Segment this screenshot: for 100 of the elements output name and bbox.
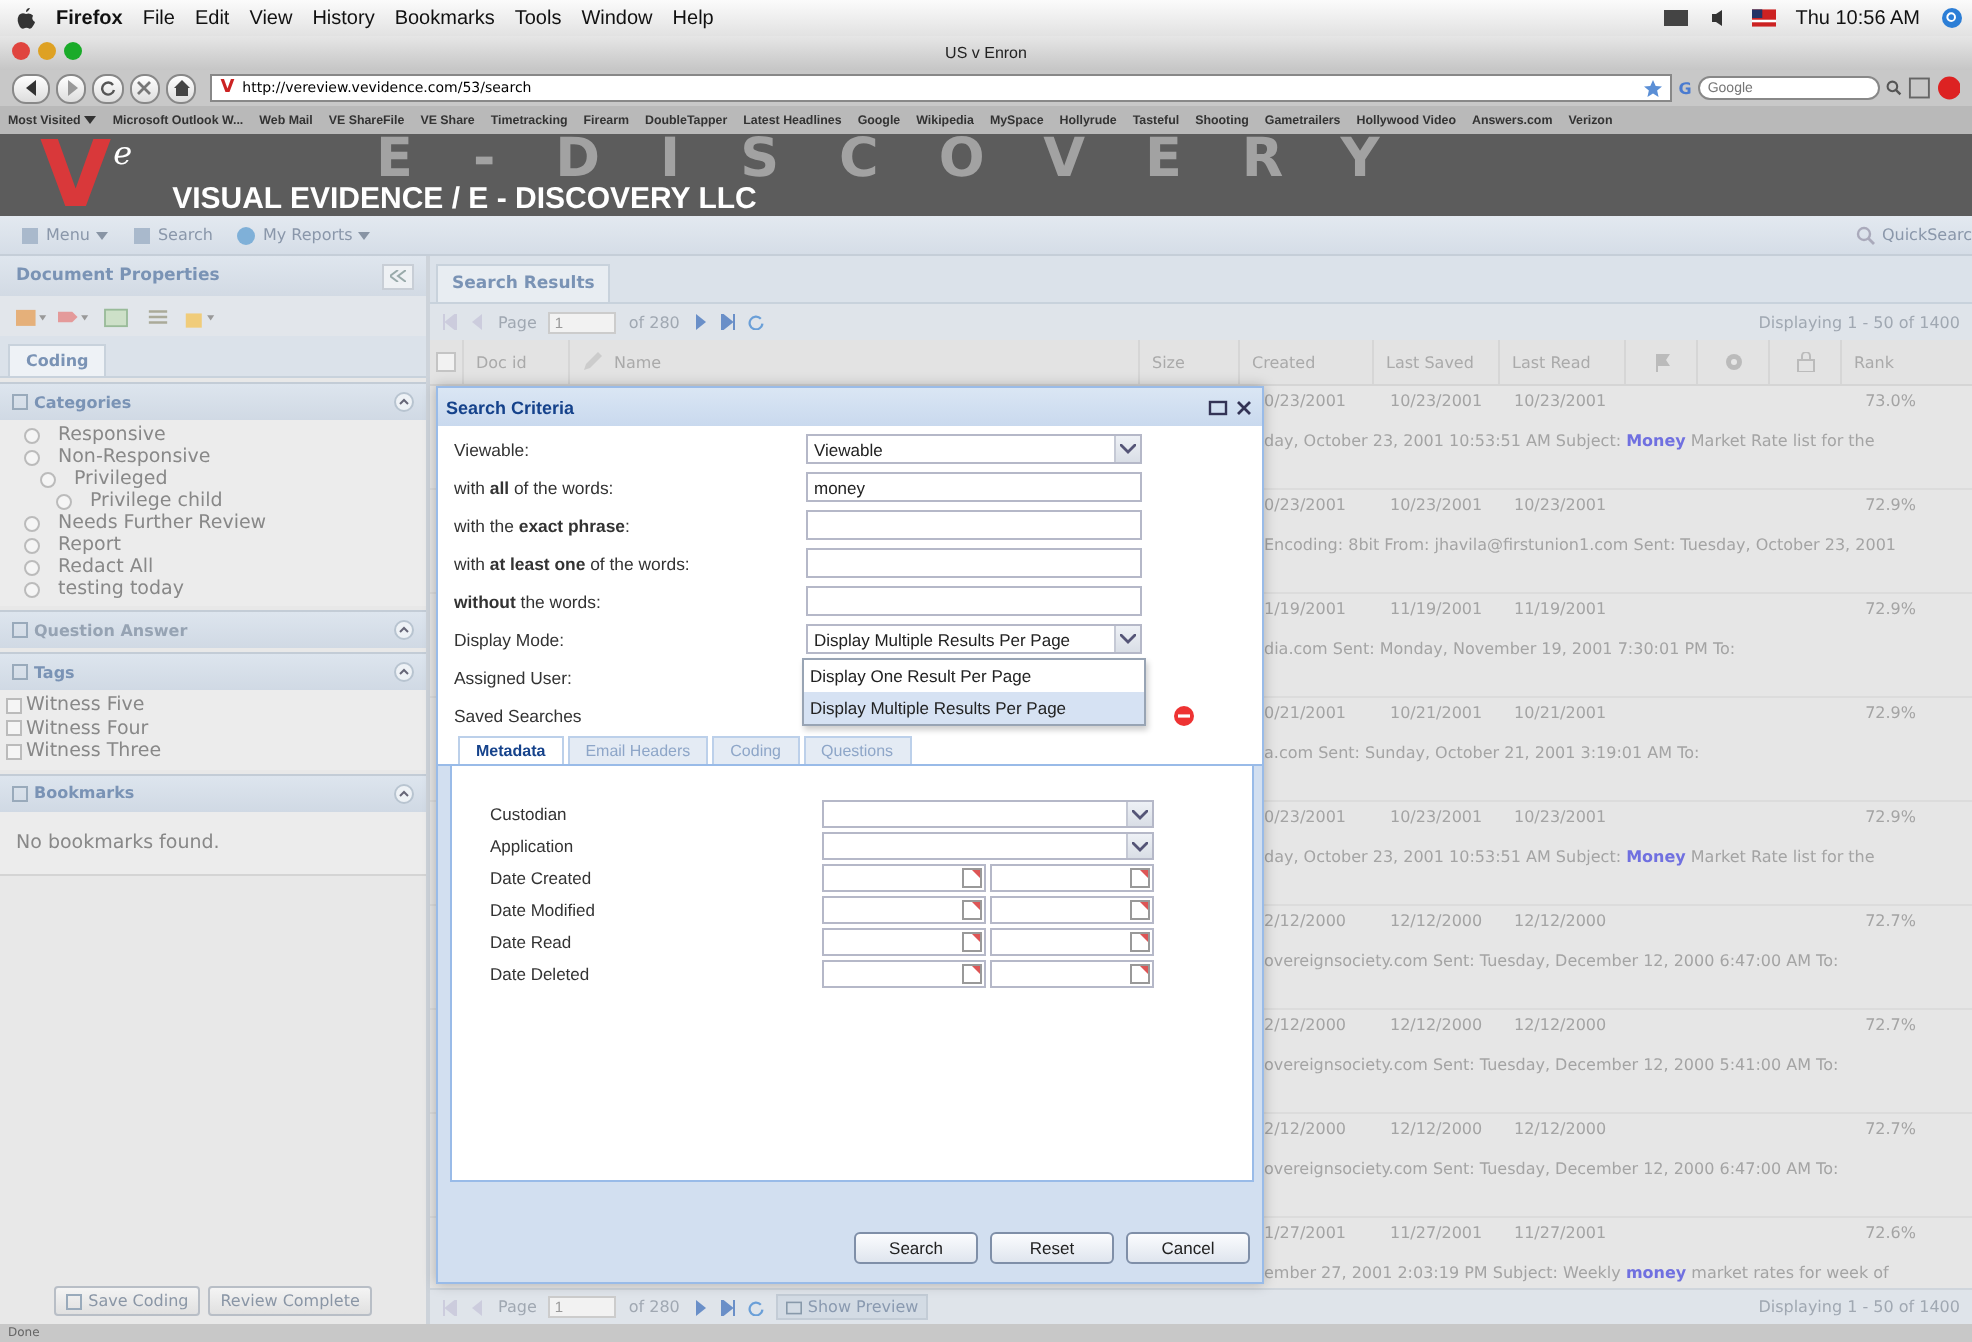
dialog-button[interactable]: Cancel bbox=[1126, 1232, 1250, 1264]
back-button[interactable] bbox=[12, 73, 51, 103]
date-field[interactable] bbox=[990, 864, 1154, 892]
text-field[interactable]: money bbox=[806, 472, 1142, 502]
window-minimize-button[interactable] bbox=[38, 42, 56, 60]
field-label: Date Created bbox=[488, 868, 594, 888]
folder-icon[interactable] bbox=[16, 305, 48, 327]
menu-item[interactable]: Edit bbox=[194, 7, 230, 29]
menu-item[interactable]: File bbox=[142, 7, 175, 29]
apple-logo-icon[interactable] bbox=[16, 6, 36, 30]
select-all-checkbox[interactable] bbox=[436, 352, 456, 372]
date-field[interactable] bbox=[822, 864, 986, 892]
dropdown-option[interactable]: Display Multiple Results Per Page bbox=[804, 692, 1144, 724]
radio-button[interactable] bbox=[24, 537, 40, 553]
field-label: Saved Searches bbox=[454, 705, 584, 725]
home-icon bbox=[173, 80, 190, 96]
radio-button[interactable] bbox=[24, 427, 40, 443]
radio-button[interactable] bbox=[40, 471, 56, 487]
menu-item[interactable]: History bbox=[312, 7, 375, 29]
panel-title: Document Properties bbox=[16, 266, 222, 286]
select-field[interactable] bbox=[822, 800, 1154, 828]
calendar-icon[interactable] bbox=[962, 900, 982, 920]
calendar-icon[interactable] bbox=[1130, 900, 1150, 920]
radio-button[interactable] bbox=[24, 449, 40, 465]
next-page-icon[interactable] bbox=[691, 1299, 708, 1315]
refresh-icon[interactable] bbox=[747, 314, 764, 330]
envelope-icon[interactable] bbox=[100, 305, 132, 327]
calendar-icon[interactable] bbox=[1130, 932, 1150, 952]
reload-button[interactable] bbox=[92, 73, 124, 103]
dialog-button[interactable]: Reset bbox=[990, 1232, 1114, 1264]
last-page-icon[interactable] bbox=[719, 1299, 736, 1315]
monitor-icon[interactable] bbox=[1663, 8, 1688, 28]
clock-text[interactable]: Thu 10:56 AM bbox=[1795, 7, 1920, 29]
home-button[interactable] bbox=[165, 73, 197, 103]
result-snippet: day, October 23, 2001 10:53:51 AM Subject: Money Market Rate list for the bbox=[1264, 848, 1875, 866]
menu-item[interactable]: View bbox=[249, 7, 293, 29]
text-field[interactable] bbox=[806, 548, 1142, 578]
remove-icon[interactable] bbox=[1174, 705, 1194, 725]
field-label: with all of the words: bbox=[454, 477, 616, 497]
window-close-button[interactable] bbox=[12, 42, 30, 60]
calendar-icon[interactable] bbox=[1130, 964, 1150, 984]
radio-button[interactable] bbox=[56, 493, 72, 509]
dialog-title-bar[interactable]: Search Criteria bbox=[438, 388, 1262, 426]
toggle-icon[interactable] bbox=[394, 662, 414, 682]
radio-button[interactable] bbox=[24, 559, 40, 575]
app-menu[interactable]: Firefox bbox=[56, 7, 123, 29]
page-label: Page bbox=[498, 1298, 537, 1316]
toggle-icon[interactable] bbox=[394, 783, 414, 803]
dropdown-option[interactable]: Display One Result Per Page bbox=[804, 660, 1144, 692]
text-field[interactable] bbox=[806, 510, 1142, 540]
table-cell-text: 1/27/2001 bbox=[1264, 1222, 1349, 1246]
forward-button[interactable] bbox=[56, 73, 87, 103]
calendar-icon[interactable] bbox=[962, 964, 982, 984]
date-field[interactable] bbox=[822, 960, 986, 988]
toggle-icon[interactable] bbox=[394, 392, 414, 412]
result-snippet: overeignsociety.com Sent: Tuesday, December 12, 2000 5:41:00 AM To: bbox=[1264, 1056, 1839, 1074]
bookmark-star-icon[interactable] bbox=[1644, 79, 1663, 97]
calendar-icon[interactable] bbox=[962, 868, 982, 888]
window-zoom-button[interactable] bbox=[64, 42, 82, 60]
menu-item[interactable]: Bookmarks bbox=[394, 7, 495, 29]
select-field[interactable] bbox=[822, 832, 1154, 860]
collapse-button[interactable] bbox=[382, 263, 414, 289]
next-page-icon[interactable] bbox=[691, 314, 708, 330]
forward-arrow-icon bbox=[63, 80, 80, 96]
field-label: Assigned User: bbox=[454, 667, 574, 687]
page-icon[interactable] bbox=[1908, 76, 1932, 100]
text-field[interactable] bbox=[806, 586, 1142, 616]
maximize-icon[interactable] bbox=[1208, 397, 1228, 417]
calendar-icon[interactable] bbox=[962, 932, 982, 952]
radio-button[interactable] bbox=[24, 581, 40, 597]
stop-button[interactable] bbox=[129, 73, 160, 103]
flag-icon[interactable] bbox=[1751, 8, 1776, 28]
refresh-icon[interactable] bbox=[747, 1299, 764, 1315]
select-field[interactable]: Display Multiple Results Per Page bbox=[806, 624, 1142, 654]
last-page-icon[interactable] bbox=[719, 314, 736, 330]
dialog-tab[interactable]: Metadata bbox=[458, 736, 564, 764]
select-field[interactable]: Viewable bbox=[806, 434, 1142, 464]
date-field[interactable] bbox=[822, 928, 986, 956]
radio-button[interactable] bbox=[24, 515, 40, 531]
field-label: Application bbox=[488, 836, 576, 856]
menu-item[interactable]: Help bbox=[672, 7, 714, 29]
checkbox[interactable] bbox=[6, 697, 22, 714]
field-label: Date Deleted bbox=[488, 964, 592, 984]
table-cell-text: 12/12/2000 bbox=[1390, 1118, 1485, 1142]
menu-item[interactable]: Tools bbox=[514, 7, 562, 29]
search-icon[interactable] bbox=[1940, 8, 1964, 28]
close-icon[interactable] bbox=[1234, 397, 1254, 417]
date-field[interactable] bbox=[822, 896, 986, 924]
dialog-button[interactable]: Search bbox=[854, 1232, 978, 1264]
table-cell-text: 10/23/2001 bbox=[1390, 494, 1485, 518]
calendar-icon[interactable] bbox=[1130, 868, 1150, 888]
close-icon bbox=[136, 80, 153, 96]
date-field[interactable] bbox=[990, 960, 1154, 988]
menu-item[interactable]: Window bbox=[581, 7, 653, 29]
date-field[interactable] bbox=[990, 896, 1154, 924]
caret-icon bbox=[358, 231, 371, 239]
search-icon[interactable] bbox=[1886, 80, 1903, 96]
checkbox[interactable] bbox=[6, 720, 22, 737]
date-field[interactable] bbox=[990, 928, 1154, 956]
checkbox[interactable] bbox=[6, 743, 22, 760]
